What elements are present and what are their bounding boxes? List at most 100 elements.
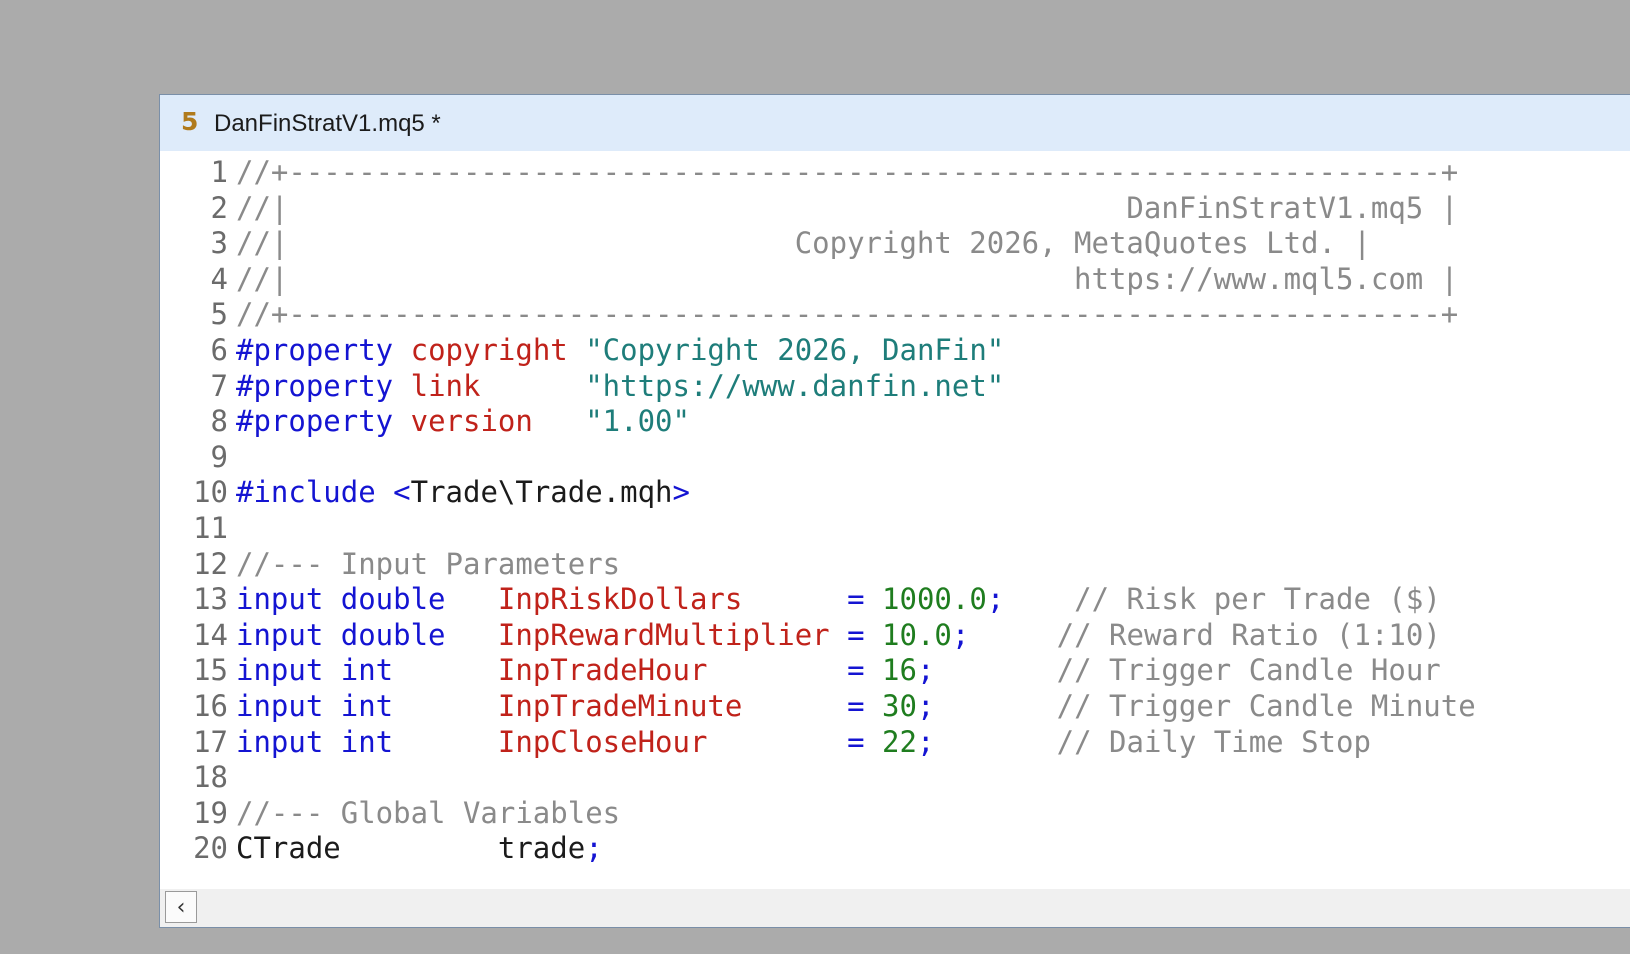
code-token: 16 xyxy=(882,653,917,688)
code-line[interactable]: 10 #include <Trade\Trade.mqh> xyxy=(160,474,1630,511)
code-line[interactable]: 4//| https://www.mql5.com | xyxy=(160,261,1630,298)
code-line[interactable]: 11 xyxy=(160,510,1630,547)
code-line[interactable]: 5//+------------------------------------… xyxy=(160,296,1630,333)
code-token: = xyxy=(847,582,865,617)
line-source[interactable]: #property link "https://www.danfin.net" xyxy=(236,368,1004,405)
code-line[interactable]: 12//--- Input Parameters xyxy=(160,546,1630,583)
code-token: input double xyxy=(236,617,446,652)
line-source[interactable]: input double InpRiskDollars = 1000.0; //… xyxy=(236,581,1441,618)
code-token: input int xyxy=(236,689,394,723)
line-number: 14 xyxy=(193,617,228,652)
line-number: 8 xyxy=(210,404,228,439)
line-number: 12 xyxy=(193,546,228,581)
code-line[interactable]: 7 #property link "https://www.danfin.net" xyxy=(160,368,1630,405)
code-token: < xyxy=(393,475,411,510)
code-line[interactable]: 1//+------------------------------------… xyxy=(160,154,1630,191)
line-source[interactable]: input double InpRewardMultiplier = 10.0;… xyxy=(236,617,1441,654)
code-line[interactable]: 13 input double InpRiskDollars = 1000.0; … xyxy=(160,581,1630,618)
code-token: = xyxy=(847,689,865,723)
line-source[interactable]: CTrade trade; xyxy=(236,830,603,867)
code-line[interactable]: 16 input int InpTradeMinute = 30; // Trig… xyxy=(160,688,1630,725)
code-token: //+-------------------------------------… xyxy=(236,297,1459,332)
code-line[interactable]: 18 xyxy=(160,759,1630,796)
line-number: 9 xyxy=(210,439,228,474)
line-number: 11 xyxy=(193,511,228,545)
code-token: Trade\Trade.mqh xyxy=(410,475,673,510)
line-source[interactable]: input int InpCloseHour = 22; // Daily Ti… xyxy=(236,724,1371,761)
code-token: //+-------------------------------------… xyxy=(236,155,1459,189)
code-token: link xyxy=(410,368,481,403)
horizontal-scrollbar[interactable]: ‹ xyxy=(160,889,1630,927)
line-source[interactable]: //--- Input Parameters xyxy=(236,546,620,583)
code-token: input int xyxy=(236,724,394,759)
line-number: 6 xyxy=(210,333,228,367)
code-token: "1.00" xyxy=(585,404,690,439)
document-tab-title[interactable]: DanFinStratV1.mq5 * xyxy=(214,109,441,139)
line-number: 7 xyxy=(210,368,228,403)
line-source[interactable]: input int InpTradeMinute = 30; // Trigge… xyxy=(236,688,1476,725)
line-source[interactable]: input int InpTradeHour = 16; // Trigger … xyxy=(236,652,1441,689)
code-line[interactable]: 19//--- Global Variables xyxy=(160,795,1630,832)
code-token: #property xyxy=(236,404,411,439)
line-source[interactable]: #include <Trade\Trade.mqh> xyxy=(236,474,690,511)
line-number: 1 xyxy=(210,155,228,189)
code-line[interactable]: 2//| DanFinStratV1.mq5 | xyxy=(160,190,1630,227)
code-token: //| Copyright 2026, MetaQuotes Ltd. | xyxy=(236,226,1371,261)
line-source[interactable]: //+-------------------------------------… xyxy=(236,296,1458,333)
code-token: ; xyxy=(916,689,935,723)
code-token: > xyxy=(672,475,690,510)
code-token: //| https://www.mql5.com | xyxy=(236,261,1459,296)
scroll-left-button[interactable]: ‹ xyxy=(165,891,197,923)
code-token: version xyxy=(410,404,533,439)
code-token: CTrade trade xyxy=(236,831,586,866)
line-number: 19 xyxy=(193,795,228,830)
chevron-left-icon: ‹ xyxy=(176,894,186,920)
line-source[interactable]: #property version "1.00" xyxy=(236,403,690,440)
line-number: 17 xyxy=(193,724,228,759)
code-token: ; xyxy=(916,724,935,759)
line-source[interactable]: //--- Global Variables xyxy=(236,795,620,832)
line-number: 18 xyxy=(193,760,228,795)
line-source[interactable]: //| DanFinStratV1.mq5 | xyxy=(236,190,1458,227)
line-source[interactable]: //| Copyright 2026, MetaQuotes Ltd. | xyxy=(236,225,1371,262)
code-line[interactable]: 15 input int InpTradeHour = 16; // Trigge… xyxy=(160,652,1630,689)
code-text-area[interactable]: 1//+------------------------------------… xyxy=(160,151,1630,889)
line-number: 3 xyxy=(210,226,228,261)
mql5-file-icon: 5 xyxy=(181,107,199,136)
line-source[interactable]: //+-------------------------------------… xyxy=(236,154,1458,191)
code-line[interactable]: 14 input double InpRewardMultiplier = 10.… xyxy=(160,617,1630,654)
line-number: 16 xyxy=(193,689,228,723)
code-line[interactable]: 20 CTrade trade; xyxy=(160,830,1630,867)
code-token: 1000.0 xyxy=(882,582,987,617)
code-line[interactable]: 9 xyxy=(160,439,1630,476)
document-tab-bar: 5 DanFinStratV1.mq5 * xyxy=(160,95,1630,151)
code-token: // Daily Time Stop xyxy=(1056,724,1371,759)
code-line[interactable]: 8 #property version "1.00" xyxy=(160,403,1630,440)
code-line[interactable]: 3//| Copyright 2026, MetaQuotes Ltd. | xyxy=(160,225,1630,262)
code-line[interactable]: 17 input int InpCloseHour = 22; // Daily … xyxy=(160,724,1630,761)
code-line[interactable]: 6 #property copyright "Copyright 2026, Da… xyxy=(160,332,1630,369)
code-token: "Copyright 2026, DanFin" xyxy=(585,333,1005,367)
code-token: //| DanFinStratV1.mq5 | xyxy=(236,190,1459,225)
line-source[interactable]: //| https://www.mql5.com | xyxy=(236,261,1458,298)
line-source[interactable]: #property copyright "Copyright 2026, Dan… xyxy=(236,332,1004,369)
code-token: InpTradeHour xyxy=(497,653,708,688)
line-number: 10 xyxy=(193,475,228,510)
code-token: // Risk per Trade ($) xyxy=(1074,582,1441,617)
code-token: #property xyxy=(236,368,411,403)
